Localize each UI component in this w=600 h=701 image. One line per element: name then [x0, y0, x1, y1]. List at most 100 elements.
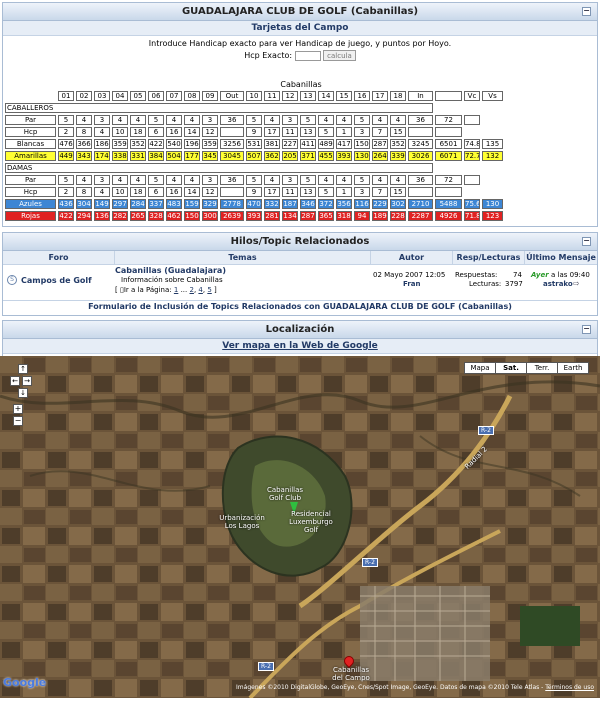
topics-footer-link[interactable]: Formulario de Inclusión de Topics Relaci…: [3, 302, 597, 311]
pan-right-icon[interactable]: →: [22, 376, 32, 386]
map-type-sat[interactable]: Sat.: [495, 362, 527, 374]
score-cell: 18: [130, 127, 146, 137]
handicap-instructions: Introduce Handicap exacto para ver Handi…: [148, 39, 452, 48]
pan-left-icon[interactable]: ←: [10, 376, 20, 386]
page-link[interactable]: 4: [198, 286, 202, 294]
score-cell: 11: [282, 127, 298, 137]
score-cell: 4: [112, 175, 128, 185]
collapse-icon[interactable]: −: [582, 7, 591, 16]
page-nav: [ ▯Ir a la Página: 1 ... 2, 4, 5 ]: [115, 286, 217, 294]
page-link[interactable]: 5: [207, 286, 211, 294]
score-cell: 205: [282, 151, 298, 161]
scorecard-title: GUADALAJARA CLUB DE GOLF (Cabanillas): [181, 6, 419, 17]
score-cell: 2: [58, 127, 74, 137]
calculate-button[interactable]: calcula: [323, 50, 356, 61]
score-cell: 16: [166, 187, 182, 197]
score-cell: 4: [76, 115, 92, 125]
google-maps-link-text[interactable]: Ver mapa en la Web de Google: [222, 341, 378, 351]
score-cell: 4: [264, 115, 280, 125]
collapse-icon[interactable]: −: [582, 237, 591, 246]
score-cell: 15: [336, 91, 352, 101]
collapse-icon[interactable]: −: [582, 325, 591, 334]
score-cell: 338: [112, 151, 128, 161]
score-cell: 9: [246, 127, 262, 137]
row-label: Azules: [5, 199, 56, 209]
map-type-mapa[interactable]: Mapa: [464, 362, 496, 374]
satellite-map[interactable]: ↑ ← → ↓ + − Mapa Sat. Terr. Earth Cabani…: [0, 356, 600, 698]
score-cell: 4: [336, 175, 352, 185]
score-cell: 4: [390, 175, 406, 185]
score-cell: [220, 187, 244, 197]
score-cell: 3: [282, 115, 298, 125]
score-cell: 356: [336, 199, 352, 209]
zoom-out-icon[interactable]: −: [13, 416, 23, 426]
score-cell: 3: [354, 187, 370, 197]
score-cell: [435, 127, 462, 137]
map-type-earth[interactable]: Earth: [557, 362, 589, 374]
pan-down-icon[interactable]: ↓: [18, 388, 28, 398]
table-row: S Campos de Golf Cabanillas (Guadalajara…: [3, 265, 597, 301]
score-cell: 228: [390, 211, 406, 221]
score-cell: 10: [112, 187, 128, 197]
forum-link[interactable]: Campos de Golf: [21, 276, 92, 285]
last-post-icon[interactable]: ⇨: [573, 279, 580, 288]
score-cell: 4: [94, 187, 110, 197]
score-cell: 507: [246, 151, 262, 161]
score-cell: 5: [58, 115, 74, 125]
score-cell: 07: [166, 91, 182, 101]
score-cell: 3: [282, 175, 298, 185]
topic-title-link[interactable]: Cabanillas (Guadalajara): [115, 266, 226, 275]
score-cell: 15: [390, 187, 406, 197]
hcp-input[interactable]: [294, 50, 321, 61]
score-cell: 332: [264, 199, 280, 209]
score-cell: 9: [246, 187, 262, 197]
score-cell: 352: [130, 139, 146, 149]
score-cell: 5: [300, 175, 316, 185]
score-cell: 134: [282, 211, 298, 221]
score-cell: 17: [372, 91, 388, 101]
score-cell: 4: [112, 115, 128, 125]
score-cell: 229: [372, 199, 388, 209]
row-label: Hcp: [5, 127, 56, 137]
last-post-user[interactable]: astrako: [543, 280, 573, 288]
label-golf-club: Cabanillas Golf Club: [266, 486, 304, 502]
score-cell: 11: [282, 187, 298, 197]
score-cell: 287: [300, 211, 316, 221]
score-cell: 436: [58, 199, 74, 209]
score-cell: 187: [282, 199, 298, 209]
score-cell: Out: [220, 91, 244, 101]
score-cell: [408, 127, 433, 137]
score-cell: 2: [58, 187, 74, 197]
col-foro: Foro: [3, 251, 115, 264]
score-cell: 12: [282, 91, 298, 101]
score-cell: 294: [76, 211, 92, 221]
score-cell: 304: [76, 199, 92, 209]
zoom-in-icon[interactable]: +: [13, 404, 23, 414]
score-cell: [464, 175, 480, 185]
score-cell: 2778: [220, 199, 244, 209]
pan-up-icon[interactable]: ↑: [18, 364, 28, 374]
score-cell: 343: [76, 151, 92, 161]
handicap-row: Hcp Exacto: calcula: [3, 50, 597, 61]
score-cell: 5: [148, 175, 164, 185]
page-link[interactable]: 2: [189, 286, 193, 294]
topics-table-header: Foro Temas Autor Resp/Lecturas Último Me…: [3, 251, 597, 265]
score-cell: 18: [130, 187, 146, 197]
score-cell: 540: [166, 139, 182, 149]
score-cell: 411: [300, 139, 316, 149]
score-cell: 04: [112, 91, 128, 101]
score-cell: 393: [246, 211, 262, 221]
score-cell: 5: [300, 115, 316, 125]
terms-link[interactable]: Términos de uso: [545, 684, 594, 691]
score-cell: 13: [300, 127, 316, 137]
topic-author[interactable]: Fran: [403, 280, 421, 288]
score-cell: 135: [482, 139, 503, 149]
map-type-terr[interactable]: Terr.: [526, 362, 558, 374]
section-label: DAMAS: [5, 163, 433, 173]
score-cell: 05: [130, 91, 146, 101]
score-cell: 16: [166, 127, 182, 137]
score-cell: 5: [148, 115, 164, 125]
page-link[interactable]: 1: [174, 286, 178, 294]
road-shield: R-2: [258, 662, 274, 671]
hcp-label: Hcp Exacto:: [244, 51, 293, 60]
